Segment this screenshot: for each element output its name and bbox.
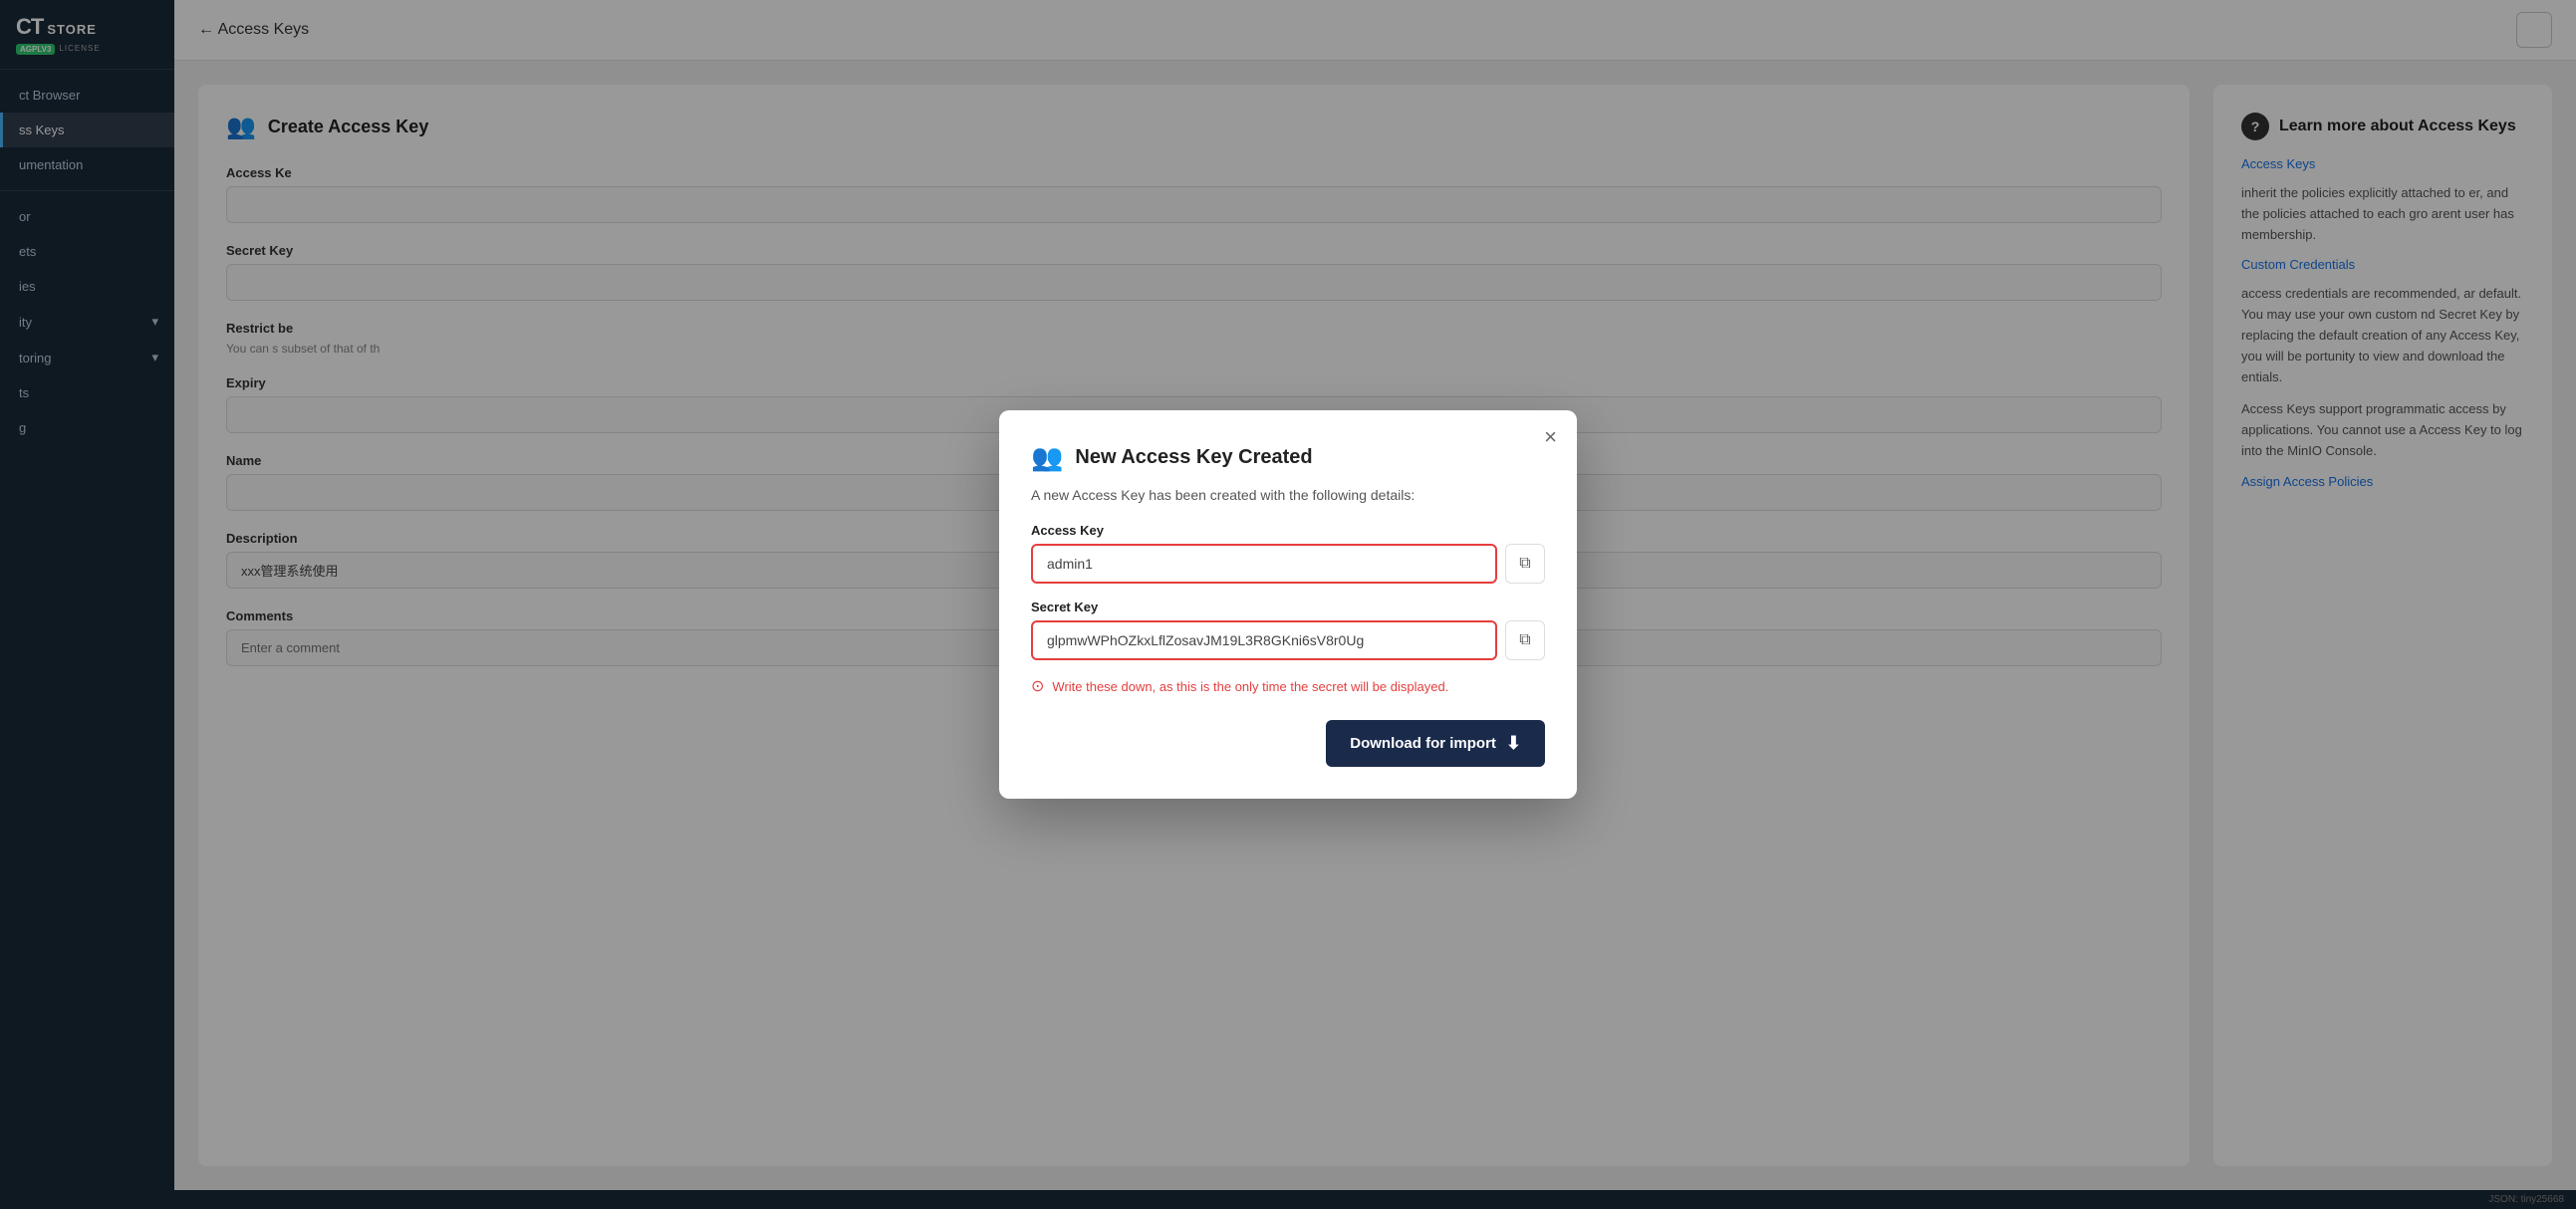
modal-access-key-label: Access Key [1031, 523, 1545, 538]
modal-subtitle: A new Access Key has been created with t… [1031, 487, 1545, 503]
download-button-label: Download for import [1350, 735, 1496, 752]
copy-secret-key-button[interactable]: ⧉ [1505, 620, 1545, 660]
copy-icon: ⧉ [1519, 555, 1530, 573]
modal-secret-key-row: ⧉ [1031, 620, 1545, 660]
new-access-key-modal: × 👥 New Access Key Created A new Access … [999, 410, 1577, 799]
modal-close-button[interactable]: × [1544, 426, 1557, 448]
modal-overlay[interactable]: × 👥 New Access Key Created A new Access … [0, 0, 2576, 1209]
download-icon: ⬇ [1506, 733, 1521, 754]
modal-access-key-row: ⧉ [1031, 544, 1545, 584]
modal-secret-key-input[interactable] [1031, 620, 1497, 660]
modal-actions: Download for import ⬇ [1031, 720, 1545, 767]
modal-header: 👥 New Access Key Created [1031, 442, 1545, 473]
modal-icon: 👥 [1031, 442, 1063, 473]
warning-icon: ⊙ [1031, 676, 1044, 696]
modal-secret-key-label: Secret Key [1031, 600, 1545, 614]
warning-message: ⊙ Write these down, as this is the only … [1031, 676, 1545, 696]
warning-text: Write these down, as this is the only ti… [1052, 679, 1448, 694]
modal-title: New Access Key Created [1075, 446, 1312, 469]
download-for-import-button[interactable]: Download for import ⬇ [1326, 720, 1545, 767]
modal-secret-key-group: Secret Key ⧉ [1031, 600, 1545, 660]
modal-access-key-group: Access Key ⧉ [1031, 523, 1545, 584]
copy-access-key-button[interactable]: ⧉ [1505, 544, 1545, 584]
modal-access-key-input[interactable] [1031, 544, 1497, 584]
copy-icon: ⧉ [1519, 631, 1530, 649]
